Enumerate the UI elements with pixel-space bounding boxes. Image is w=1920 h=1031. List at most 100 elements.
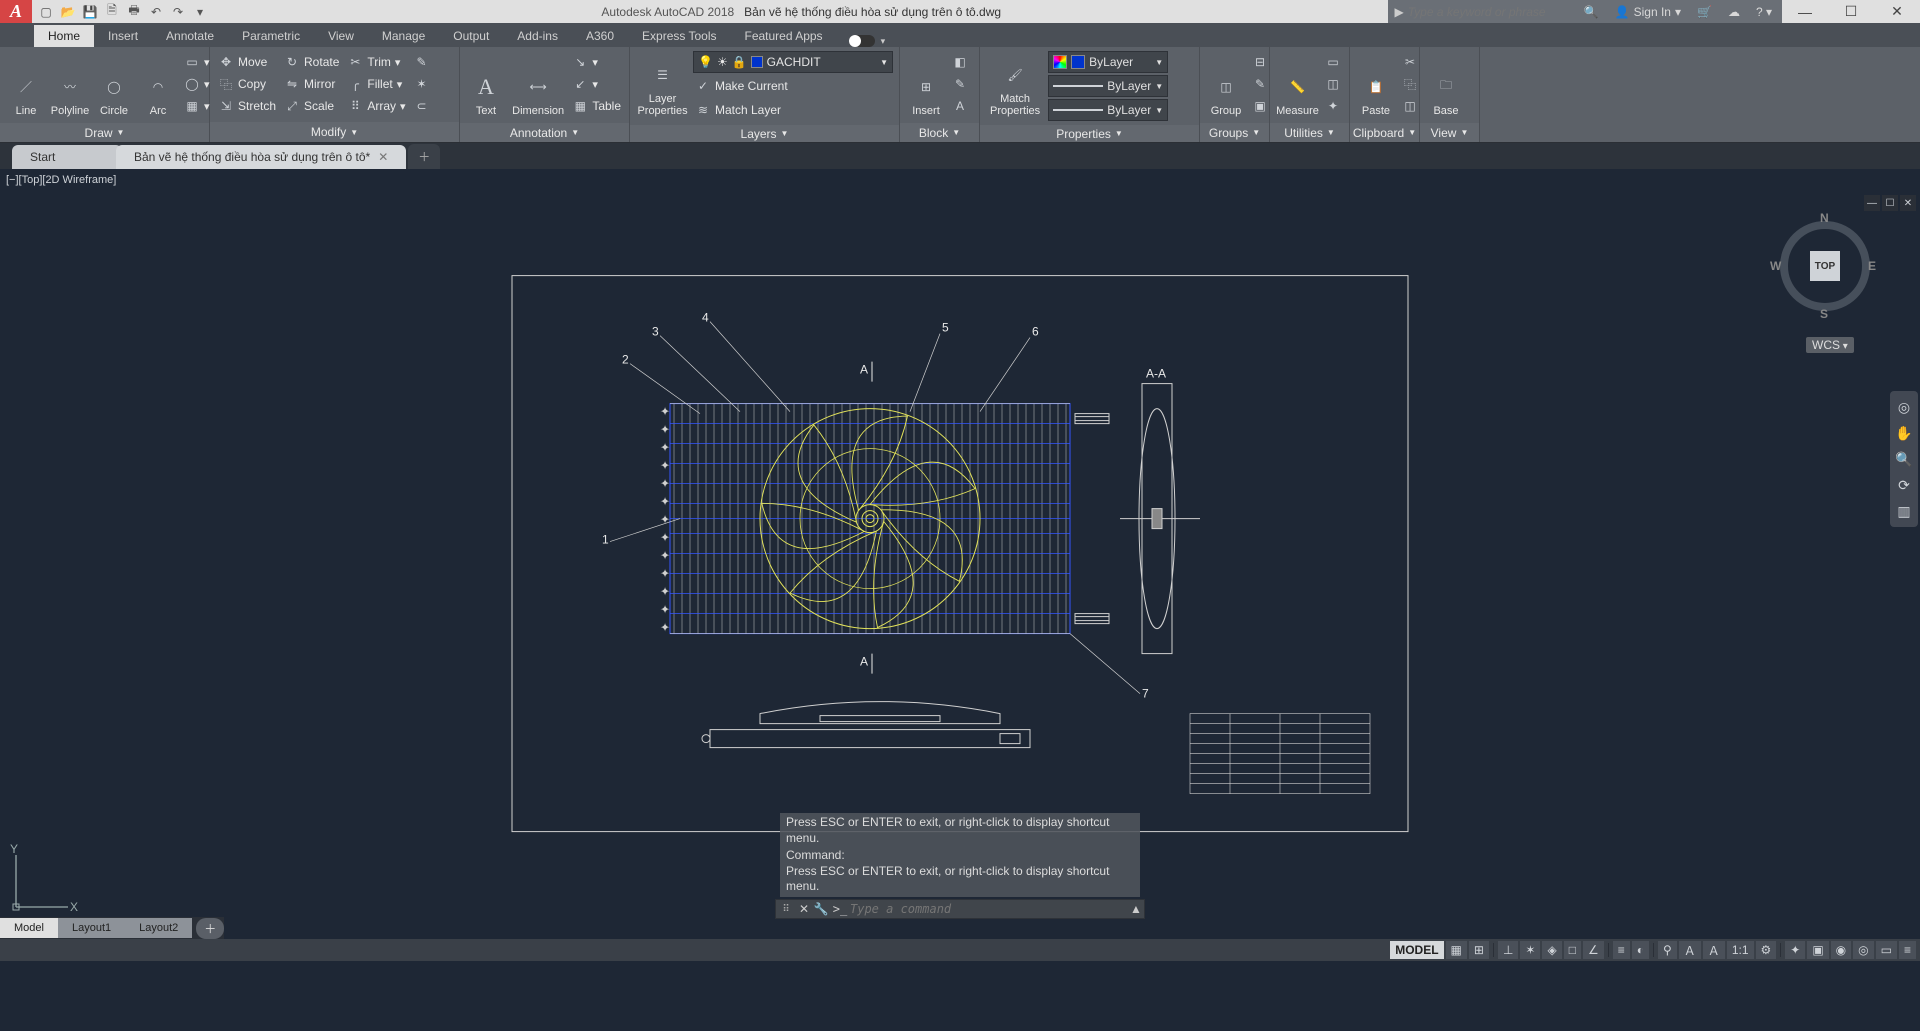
- panel-clipboard-footer[interactable]: Clipboard▼: [1350, 123, 1419, 142]
- vp-minimize-icon[interactable]: —: [1864, 195, 1880, 211]
- layer-dropdown[interactable]: 💡 ☀ 🔒 GACHDIT ▼: [693, 51, 893, 73]
- panel-groups-footer[interactable]: Groups▼: [1200, 123, 1269, 142]
- save-icon[interactable]: 💾: [80, 2, 100, 22]
- new-icon[interactable]: ▢: [36, 2, 56, 22]
- hatch-button[interactable]: ▦▾: [182, 95, 212, 117]
- panel-layers-footer[interactable]: Layers▼: [630, 125, 899, 142]
- panel-properties-footer[interactable]: Properties▼: [980, 125, 1199, 142]
- edit-block-button[interactable]: ✎: [950, 73, 970, 95]
- command-input[interactable]: [850, 902, 1128, 916]
- command-line[interactable]: ⠿ ✕ 🔧 >_ ▲: [775, 899, 1145, 919]
- panel-view-footer[interactable]: View▼: [1420, 123, 1479, 142]
- make-current-button[interactable]: ✓Make Current: [693, 75, 893, 97]
- showmotion-icon[interactable]: ▥: [1892, 499, 1916, 523]
- color-dropdown[interactable]: ByLayer▼: [1048, 51, 1168, 73]
- util2-button[interactable]: ◫: [1323, 73, 1343, 95]
- util1-button[interactable]: ▭: [1323, 51, 1343, 73]
- print-icon[interactable]: 🖶: [124, 2, 144, 22]
- paste-button[interactable]: 📋Paste: [1356, 51, 1396, 119]
- panel-annotation-footer[interactable]: Annotation▼: [460, 123, 629, 142]
- arc-button[interactable]: ◠Arc: [138, 51, 178, 119]
- tab-manage[interactable]: Manage: [368, 25, 439, 47]
- status-ortho-icon[interactable]: ⊥: [1498, 941, 1518, 959]
- saveas-icon[interactable]: 🗎: [102, 2, 122, 22]
- wcs-dropdown[interactable]: WCS ▾: [1806, 337, 1854, 353]
- panel-modify-footer[interactable]: Modify▼: [210, 122, 459, 142]
- ribbon-toggle[interactable]: [849, 35, 875, 47]
- tab-annotate[interactable]: Annotate: [152, 25, 228, 47]
- cmdline-recent-icon[interactable]: ▲: [1128, 902, 1144, 916]
- tab-addins[interactable]: Add-ins: [503, 25, 572, 47]
- view-cube-top[interactable]: TOP: [1810, 251, 1840, 281]
- search-go-icon[interactable]: 🔍: [1578, 0, 1605, 23]
- search-input[interactable]: [1408, 5, 1568, 19]
- mirror-button[interactable]: ⇋Mirror: [282, 73, 341, 95]
- status-hardware-icon[interactable]: ◉: [1831, 941, 1851, 959]
- tab-home[interactable]: Home: [34, 25, 94, 47]
- status-model-button[interactable]: MODEL: [1390, 941, 1443, 959]
- zoom-extents-icon[interactable]: 🔍: [1892, 447, 1916, 471]
- measure-button[interactable]: 📏Measure: [1276, 51, 1319, 119]
- status-workspace-icon[interactable]: ✦: [1785, 941, 1805, 959]
- layer-properties-button[interactable]: ☰Layer Properties: [636, 51, 689, 119]
- leader-button[interactable]: ↘▾: [570, 51, 623, 73]
- a360-icon[interactable]: ☁: [1722, 0, 1746, 23]
- status-otrack-icon[interactable]: ∠: [1583, 941, 1604, 959]
- infocenter-search[interactable]: ▶: [1388, 0, 1573, 23]
- compass-w[interactable]: W: [1770, 259, 1781, 273]
- move-button[interactable]: ✥Move: [216, 51, 278, 73]
- maximize-button[interactable]: ☐: [1828, 0, 1874, 23]
- close-button[interactable]: ✕: [1874, 0, 1920, 23]
- qat-dropdown-icon[interactable]: ▾: [190, 2, 210, 22]
- view-cube[interactable]: TOP N S E W WCS ▾: [1770, 211, 1880, 331]
- status-scale-button[interactable]: 1:1: [1727, 941, 1754, 959]
- status-osnap-icon[interactable]: □: [1564, 941, 1581, 959]
- layout-tab-new[interactable]: ＋: [196, 918, 224, 939]
- trim-button[interactable]: ✂Trim ▾: [345, 51, 407, 73]
- steering-wheel-icon[interactable]: ◎: [1892, 395, 1916, 419]
- pan-icon[interactable]: ✋: [1892, 421, 1916, 445]
- orbit-icon[interactable]: ⟳: [1892, 473, 1916, 497]
- panel-draw-footer[interactable]: Draw▼: [0, 123, 209, 142]
- compass-n[interactable]: N: [1820, 211, 1829, 225]
- status-annoscale-icon[interactable]: Ａ: [1679, 941, 1701, 959]
- file-tab-start[interactable]: Start: [12, 145, 122, 169]
- mleader-button[interactable]: ↙▾: [570, 73, 623, 95]
- line-button[interactable]: ／Line: [6, 51, 46, 119]
- tab-a360[interactable]: A360: [572, 25, 628, 47]
- text-button[interactable]: AText: [466, 51, 506, 119]
- array-button[interactable]: ⠿Array ▾: [345, 95, 407, 117]
- tab-insert[interactable]: Insert: [94, 25, 152, 47]
- panel-utilities-footer[interactable]: Utilities▼: [1270, 123, 1349, 142]
- help-icon[interactable]: ? ▾: [1750, 0, 1778, 23]
- file-tab-new[interactable]: ＋: [408, 144, 440, 169]
- file-tab-document[interactable]: Bản vẽ hệ thống điều hòa sử dụng trên ô …: [116, 145, 406, 169]
- copy-button[interactable]: ⿻Copy: [216, 73, 278, 95]
- ungroup-button[interactable]: ⊟: [1250, 51, 1270, 73]
- tab-output[interactable]: Output: [439, 25, 503, 47]
- base-button[interactable]: 🗀Base: [1426, 51, 1466, 119]
- polyline-button[interactable]: 〰Polyline: [50, 51, 90, 119]
- group-sel-button[interactable]: ▣: [1250, 95, 1270, 117]
- rectangle-button[interactable]: ▭▾: [182, 51, 212, 73]
- status-grid-icon[interactable]: ▦: [1446, 941, 1467, 959]
- fillet-button[interactable]: ╭Fillet ▾: [345, 73, 407, 95]
- lineweight-dropdown[interactable]: ByLayer▼: [1048, 75, 1168, 97]
- tab-view[interactable]: View: [314, 25, 368, 47]
- status-isodraft-icon[interactable]: ◈: [1542, 941, 1561, 959]
- rotate-button[interactable]: ↻Rotate: [282, 51, 341, 73]
- viewport-label[interactable]: [−][Top][2D Wireframe]: [0, 169, 1920, 191]
- drawing-area[interactable]: — ☐ ✕ ✦✦✦✦✦✦✦✦✦✦✦✦✦: [0, 191, 1920, 961]
- offset-button[interactable]: ⊂: [412, 95, 432, 117]
- status-isolate-icon[interactable]: ◎: [1853, 941, 1873, 959]
- scale-button[interactable]: ⤢Scale: [282, 95, 341, 117]
- ribbon-minimize-icon[interactable]: ▾: [881, 36, 886, 47]
- vp-close-icon[interactable]: ✕: [1900, 195, 1916, 211]
- status-quickprops-icon[interactable]: ▣: [1807, 941, 1828, 959]
- group-edit-button[interactable]: ✎: [1250, 73, 1270, 95]
- tab-featured-apps[interactable]: Featured Apps: [731, 25, 837, 47]
- tab-close-icon[interactable]: ✕: [378, 150, 388, 164]
- status-annomonitor-icon[interactable]: ⚲: [1658, 941, 1677, 959]
- compass-e[interactable]: E: [1868, 259, 1876, 273]
- status-customize-icon[interactable]: ≡: [1899, 941, 1916, 959]
